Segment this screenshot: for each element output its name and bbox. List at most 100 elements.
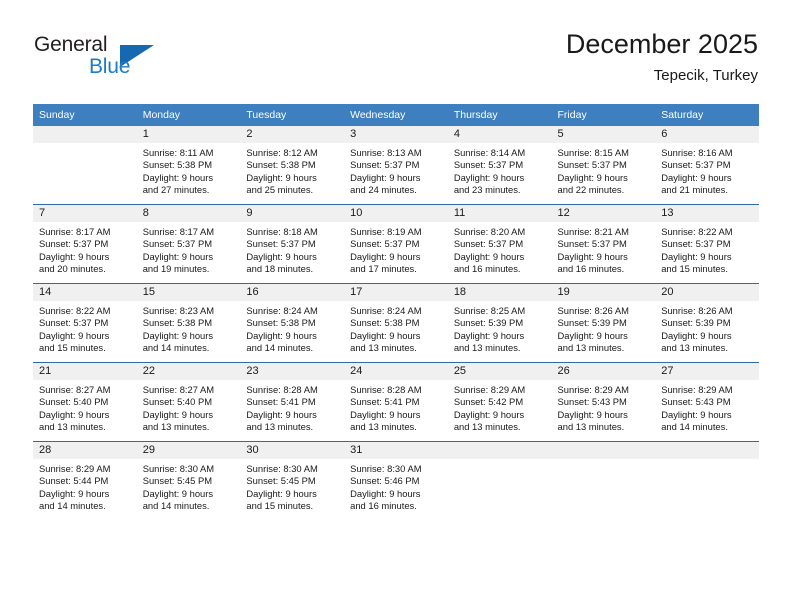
calendar-day-cell[interactable]: 14 Sunrise: 8:22 AM Sunset: 5:37 PM Dayligh… — [33, 283, 137, 363]
day-detail-line: Sunrise: 8:24 AM — [246, 305, 318, 316]
day-detail-line: Sunrise: 8:19 AM — [350, 226, 422, 237]
calendar-day-cell[interactable]: 31 Sunrise: 8:30 AM Sunset: 5:46 PM Dayligh… — [344, 441, 448, 520]
calendar-day-cell[interactable]: 15 Sunrise: 8:23 AM Sunset: 5:38 PM Dayligh… — [136, 283, 241, 363]
calendar-day-cell[interactable]: 20 Sunrise: 8:26 AM Sunset: 5:39 PM Dayligh… — [655, 283, 759, 363]
day-detail-line: and 16 minutes. — [453, 262, 521, 274]
calendar-day-cell[interactable]: 16 Sunrise: 8:24 AM Sunset: 5:38 PM Dayligh… — [240, 283, 345, 363]
logo-text-general: General — [34, 33, 108, 56]
day-number: 19 — [551, 284, 656, 301]
day-detail-line: Daylight: 9 hours — [453, 250, 525, 262]
calendar-day-cell[interactable]: 26 Sunrise: 8:29 AM Sunset: 5:43 PM Dayligh… — [551, 362, 656, 442]
day-number: 6 — [655, 126, 759, 143]
day-detail-line: Sunrise: 8:27 AM — [39, 384, 111, 395]
day-number: 20 — [655, 284, 759, 301]
calendar-day-cell[interactable]: 2 Sunrise: 8:12 AM Sunset: 5:38 PM Daylight… — [240, 126, 345, 205]
day-detail-line: Daylight: 9 hours — [142, 250, 214, 262]
general-blue-logo[interactable]: General Blue — [34, 33, 194, 83]
day-detail-line: Daylight: 9 hours — [246, 250, 317, 262]
calendar-day-cell[interactable]: 10 Sunrise: 8:19 AM Sunset: 5:37 PM Dayligh… — [344, 204, 448, 284]
calendar-day-cell[interactable]: 6 Sunrise: 8:16 AM Sunset: 5:37 PM Daylight… — [655, 126, 759, 205]
calendar-day-cell[interactable]: 4 Sunrise: 8:14 AM Sunset: 5:37 PM Daylight… — [447, 126, 552, 205]
day-detail-line: and 15 minutes. — [39, 341, 106, 353]
calendar-day-cell[interactable]: 7 Sunrise: 8:17 AM Sunset: 5:37 PM Daylight… — [33, 204, 137, 284]
day-detail-line: Daylight: 9 hours — [557, 171, 628, 183]
day-details: Sunrise: 8:17 AM Sunset: 5:37 PM Daylight:… — [33, 222, 137, 275]
calendar-day-cell[interactable]: 13 Sunrise: 8:22 AM Sunset: 5:37 PM Dayligh… — [655, 204, 759, 284]
day-detail-line: and 14 minutes. — [39, 499, 106, 511]
day-detail-line: Daylight: 9 hours — [350, 329, 421, 341]
day-detail-line: Daylight: 9 hours — [661, 171, 732, 183]
day-detail-line: Daylight: 9 hours — [661, 408, 732, 420]
day-number: 2 — [240, 126, 345, 143]
day-detail-line: Sunrise: 8:23 AM — [142, 305, 215, 316]
day-detail-line: Sunset: 5:46 PM — [350, 475, 420, 487]
day-detail-line: Sunset: 5:37 PM — [557, 238, 627, 250]
calendar-day-cell[interactable]: 24 Sunrise: 8:28 AM Sunset: 5:41 PM Dayligh… — [344, 362, 448, 442]
calendar-day-cell[interactable]: 18 Sunrise: 8:25 AM Sunset: 5:39 PM Dayligh… — [447, 283, 552, 363]
day-details: Sunrise: 8:27 AM Sunset: 5:40 PM Daylight:… — [137, 380, 241, 433]
day-detail-line: Sunrise: 8:30 AM — [142, 463, 215, 474]
day-detail-line: Sunset: 5:37 PM — [246, 238, 316, 250]
day-details: Sunrise: 8:26 AM Sunset: 5:39 PM Daylight:… — [552, 301, 656, 354]
day-details: Sunrise: 8:29 AM Sunset: 5:42 PM Daylight:… — [448, 380, 552, 433]
day-detail-line: Sunrise: 8:28 AM — [246, 384, 318, 395]
calendar-week-row: 7 Sunrise: 8:17 AM Sunset: 5:37 PM Daylight… — [33, 204, 759, 284]
calendar-empty-cell — [551, 441, 656, 520]
day-number: 31 — [344, 442, 448, 459]
day-detail-line: Daylight: 9 hours — [453, 408, 525, 420]
day-detail-line: and 13 minutes. — [661, 341, 728, 353]
weekday-header-sunday: Sunday — [33, 104, 137, 126]
day-detail-line: and 16 minutes. — [557, 262, 625, 274]
day-detail-line: Daylight: 9 hours — [350, 487, 421, 499]
day-details: Sunrise: 8:30 AM Sunset: 5:46 PM Daylight:… — [344, 459, 448, 512]
calendar-day-cell[interactable]: 12 Sunrise: 8:21 AM Sunset: 5:37 PM Dayligh… — [551, 204, 656, 284]
calendar-day-cell[interactable]: 21 Sunrise: 8:27 AM Sunset: 5:40 PM Dayligh… — [33, 362, 137, 442]
day-number: 10 — [344, 205, 448, 222]
day-detail-line: Daylight: 9 hours — [453, 171, 525, 183]
calendar-day-cell[interactable]: 9 Sunrise: 8:18 AM Sunset: 5:37 PM Daylight… — [240, 204, 345, 284]
calendar-day-cell[interactable]: 25 Sunrise: 8:29 AM Sunset: 5:42 PM Dayligh… — [447, 362, 552, 442]
day-number: 22 — [136, 363, 241, 380]
day-detail-line: Sunset: 5:39 PM — [557, 317, 627, 329]
calendar-day-cell[interactable]: 29 Sunrise: 8:30 AM Sunset: 5:45 PM Dayligh… — [136, 441, 241, 520]
day-detail-line: and 14 minutes. — [142, 341, 210, 353]
day-detail-line: and 13 minutes. — [246, 420, 314, 432]
calendar-day-cell[interactable]: 28 Sunrise: 8:29 AM Sunset: 5:44 PM Dayligh… — [33, 441, 137, 520]
calendar-day-cell[interactable]: 19 Sunrise: 8:26 AM Sunset: 5:39 PM Dayligh… — [551, 283, 656, 363]
calendar-day-cell[interactable]: 5 Sunrise: 8:15 AM Sunset: 5:37 PM Daylight… — [551, 126, 656, 205]
day-detail-line: Sunrise: 8:27 AM — [142, 384, 215, 395]
day-detail-line: Daylight: 9 hours — [350, 171, 421, 183]
calendar-day-cell[interactable]: 27 Sunrise: 8:29 AM Sunset: 5:43 PM Dayligh… — [655, 362, 759, 442]
day-number: 3 — [344, 126, 448, 143]
calendar-day-cell[interactable]: 17 Sunrise: 8:24 AM Sunset: 5:38 PM Dayligh… — [344, 283, 448, 363]
calendar-day-cell[interactable]: 11 Sunrise: 8:20 AM Sunset: 5:37 PM Dayligh… — [447, 204, 552, 284]
day-detail-line: Sunset: 5:40 PM — [39, 396, 109, 408]
calendar-day-cell[interactable]: 22 Sunrise: 8:27 AM Sunset: 5:40 PM Dayligh… — [136, 362, 241, 442]
day-number: 7 — [33, 205, 137, 222]
day-number: 26 — [551, 363, 656, 380]
day-details: Sunrise: 8:29 AM Sunset: 5:43 PM Daylight:… — [655, 380, 759, 433]
day-details: Sunrise: 8:26 AM Sunset: 5:39 PM Daylight:… — [655, 301, 759, 354]
day-details: Sunrise: 8:29 AM Sunset: 5:43 PM Daylight:… — [552, 380, 656, 433]
page-title: December 2025 — [565, 29, 758, 59]
weekday-header-thursday: Thursday — [447, 104, 552, 126]
day-detail-line: and 24 minutes. — [350, 183, 417, 195]
day-detail-line: Daylight: 9 hours — [246, 487, 317, 499]
day-detail-line: Sunset: 5:38 PM — [246, 317, 316, 329]
day-number — [551, 442, 656, 459]
day-detail-line: Sunrise: 8:24 AM — [350, 305, 422, 316]
day-detail-line: Sunrise: 8:16 AM — [661, 147, 733, 158]
day-detail-line: Daylight: 9 hours — [246, 408, 317, 420]
day-number: 15 — [136, 284, 241, 301]
calendar-day-cell[interactable]: 8 Sunrise: 8:17 AM Sunset: 5:37 PM Daylight… — [136, 204, 241, 284]
calendar-day-cell[interactable]: 1 Sunrise: 8:11 AM Sunset: 5:38 PM Daylight… — [136, 126, 241, 205]
calendar-day-cell[interactable]: 30 Sunrise: 8:30 AM Sunset: 5:45 PM Dayligh… — [240, 441, 345, 520]
day-detail-line: Sunset: 5:37 PM — [661, 238, 731, 250]
calendar-day-cell[interactable]: 23 Sunrise: 8:28 AM Sunset: 5:41 PM Dayligh… — [240, 362, 345, 442]
calendar-day-cell[interactable]: 3 Sunrise: 8:13 AM Sunset: 5:37 PM Daylight… — [344, 126, 448, 205]
day-detail-line: Sunset: 5:38 PM — [246, 159, 316, 171]
day-number — [447, 442, 552, 459]
day-detail-line: Sunrise: 8:13 AM — [350, 147, 422, 158]
day-detail-line: Sunrise: 8:26 AM — [557, 305, 629, 316]
day-number: 1 — [136, 126, 241, 143]
